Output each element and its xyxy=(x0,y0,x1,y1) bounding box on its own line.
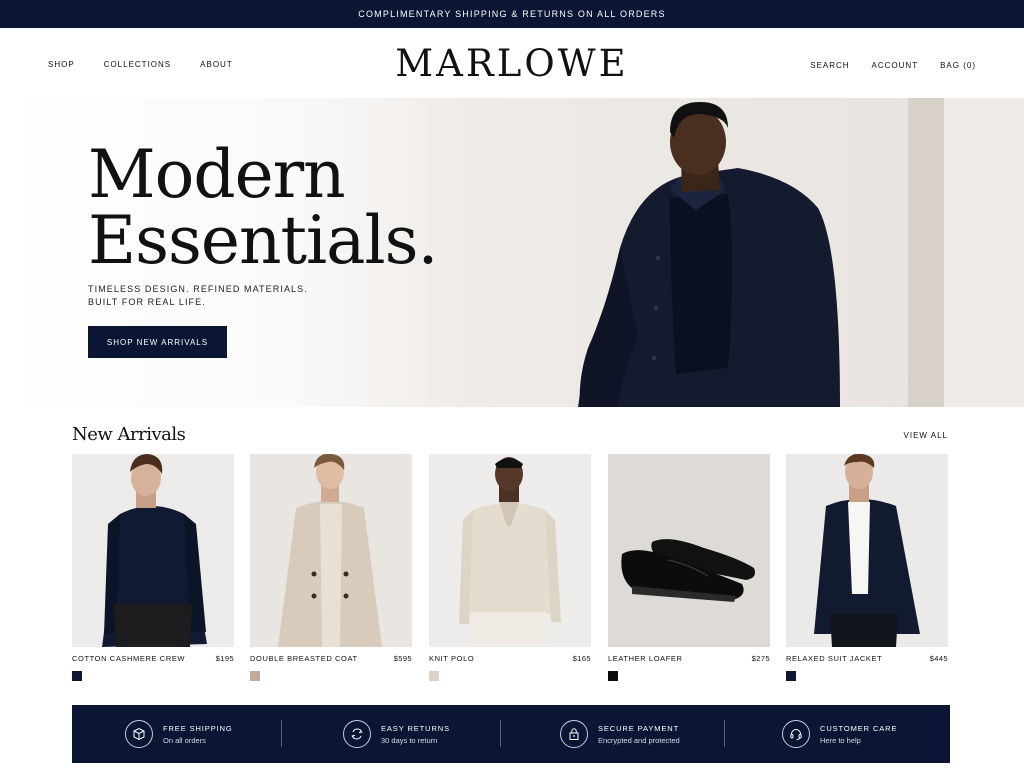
product-card[interactable]: LEATHER LOAFER $275 xyxy=(608,454,770,684)
product-grid: COTTON CASHMERE CREW $195 DOUBLE BREASTE… xyxy=(72,454,948,684)
lock-icon xyxy=(560,720,588,748)
feature-divider xyxy=(724,720,725,747)
product-image-loafer xyxy=(608,454,770,647)
feature-free-shipping: FREE SHIPPING On all orders xyxy=(125,705,233,763)
hero-wall-pillar xyxy=(908,98,944,407)
product-price: $595 xyxy=(393,654,412,663)
utility-nav: SEARCH ACCOUNT BAG (0) xyxy=(810,61,976,70)
hero-title-line-2: Essentials. xyxy=(88,202,438,279)
headset-icon xyxy=(782,720,810,748)
product-card[interactable]: KNIT POLO $165 xyxy=(429,454,591,684)
nav-search[interactable]: SEARCH xyxy=(810,61,849,70)
hero-title: Modern Essentials. xyxy=(88,136,438,279)
feature-title: FREE SHIPPING xyxy=(163,723,233,733)
hero-subtitle: TIMELESS DESIGN. REFINED MATERIALS. BUIL… xyxy=(88,283,308,309)
feature-desc: Encrypted and protected xyxy=(598,735,680,745)
new-arrivals-title: New Arrivals xyxy=(72,424,186,445)
product-price: $275 xyxy=(751,654,770,663)
hero-wall-shade xyxy=(944,98,1024,407)
hero-banner: Modern Essentials. TIMELESS DESIGN. REFI… xyxy=(0,98,1024,407)
product-price: $195 xyxy=(215,654,234,663)
color-swatch[interactable] xyxy=(786,671,796,681)
feature-secure-payment: SECURE PAYMENT Encrypted and protected xyxy=(560,705,680,763)
features-bar: FREE SHIPPING On all orders EASY RETURNS… xyxy=(72,705,950,763)
box-icon xyxy=(125,720,153,748)
product-card[interactable]: DOUBLE BREASTED COAT $595 xyxy=(250,454,412,684)
feature-divider xyxy=(500,720,501,747)
product-name: COTTON CASHMERE CREW xyxy=(72,654,186,663)
product-price: $445 xyxy=(929,654,948,663)
returns-icon xyxy=(343,720,371,748)
promo-text: COMPLIMENTARY SHIPPING & RETURNS ON ALL … xyxy=(358,9,666,19)
color-swatch[interactable] xyxy=(608,671,618,681)
nav-bag[interactable]: BAG (0) xyxy=(940,61,976,70)
feature-title: CUSTOMER CARE xyxy=(820,723,898,733)
site-header: SHOP COLLECTIONS ABOUT MARLOWE SEARCH AC… xyxy=(0,28,1024,98)
product-card[interactable]: RELAXED SUIT JACKET $445 xyxy=(786,454,948,684)
product-card[interactable]: COTTON CASHMERE CREW $195 xyxy=(72,454,234,684)
nav-account[interactable]: ACCOUNT xyxy=(872,61,919,70)
shop-new-arrivals-button[interactable]: SHOP NEW ARRIVALS xyxy=(88,326,227,358)
hero-subtitle-line-1: TIMELESS DESIGN. REFINED MATERIALS. xyxy=(88,284,308,294)
promo-bar: COMPLIMENTARY SHIPPING & RETURNS ON ALL … xyxy=(0,0,1024,28)
view-all-link[interactable]: VIEW ALL xyxy=(904,431,948,440)
product-name: LEATHER LOAFER xyxy=(608,654,683,663)
color-swatch[interactable] xyxy=(72,671,82,681)
feature-desc: On all orders xyxy=(163,735,206,745)
feature-divider xyxy=(281,720,282,747)
product-image-polo xyxy=(429,454,591,647)
color-swatch[interactable] xyxy=(250,671,260,681)
hero-title-line-1: Modern xyxy=(88,136,346,213)
color-swatch[interactable] xyxy=(429,671,439,681)
product-price: $165 xyxy=(572,654,591,663)
feature-customer-care: CUSTOMER CARE Here to help xyxy=(782,705,897,763)
product-name: KNIT POLO xyxy=(429,654,475,663)
hero-subtitle-line-2: BUILT FOR REAL LIFE. xyxy=(88,297,206,307)
feature-easy-returns: EASY RETURNS 30 days to return xyxy=(343,705,450,763)
feature-title: SECURE PAYMENT xyxy=(598,723,680,733)
feature-desc: 30 days to return xyxy=(381,735,438,745)
product-name: RELAXED SUIT JACKET xyxy=(786,654,883,663)
hero-model-image xyxy=(578,102,840,407)
product-image-suit-jacket xyxy=(786,454,948,647)
product-name: DOUBLE BREASTED COAT xyxy=(250,654,358,663)
feature-desc: Here to help xyxy=(820,735,861,745)
product-image-crew xyxy=(72,454,234,647)
product-image-coat xyxy=(250,454,412,647)
feature-title: EASY RETURNS xyxy=(381,723,451,733)
